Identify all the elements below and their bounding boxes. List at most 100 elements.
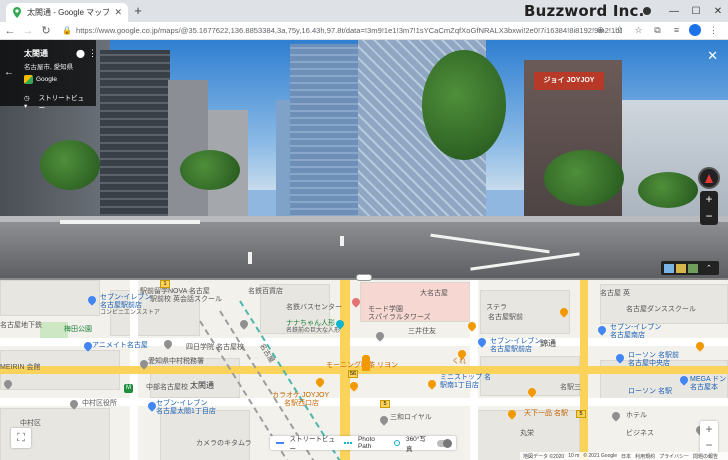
map-label[interactable]: 駅南1丁目店 <box>440 382 479 389</box>
place-pin-icon[interactable] <box>610 410 622 422</box>
map-label[interactable]: モード学園 <box>368 306 403 313</box>
time-travel-button[interactable]: ◷ ▾ ストリートビュー <box>24 92 90 112</box>
map-zoom-in-button[interactable]: + <box>700 421 718 437</box>
map-label[interactable]: 名古屋 英 <box>600 290 630 297</box>
compass-icon[interactable] <box>698 167 720 189</box>
map-label[interactable]: 三井住友 <box>408 328 436 335</box>
map-label[interactable]: 梅田公園 <box>64 326 92 333</box>
legend-photo360: 360°写真 <box>405 436 426 453</box>
map-label[interactable]: MEGA ドン <box>690 376 726 383</box>
location-pin-icon[interactable]: ⬤ <box>76 49 85 58</box>
panel-resize-handle[interactable] <box>356 274 372 281</box>
map-label[interactable]: 名鉄バスセンター <box>286 304 342 311</box>
map-label[interactable]: ビジネス <box>626 430 654 437</box>
map-label[interactable]: 丸栄 <box>520 430 534 437</box>
new-tab-button[interactable]: + <box>131 4 145 18</box>
expand-icon[interactable]: ⌃ <box>706 264 712 272</box>
road <box>0 222 728 278</box>
terms-link[interactable]: 利用規約 <box>635 453 655 460</box>
lane-marking <box>248 252 252 264</box>
map-label[interactable]: セブン-イレブン <box>490 338 541 345</box>
map-label[interactable]: 名古屋南店 <box>610 332 645 339</box>
map-label[interactable]: 大名古屋 <box>420 290 448 297</box>
scale-label[interactable]: 10 m <box>568 453 579 459</box>
map-label[interactable]: ステラ <box>486 304 507 311</box>
map-label[interactable]: 名鉄百貨店 <box>248 288 283 295</box>
map-label[interactable]: セブン-イレブン <box>156 400 207 407</box>
store-pin-icon[interactable] <box>596 324 608 336</box>
back-button[interactable]: ← <box>2 23 18 39</box>
layer-toggle[interactable] <box>436 438 453 448</box>
map-label[interactable]: ミニストップ 名 <box>440 374 491 381</box>
address-bar[interactable]: 🔒 https://www.google.co.jp/maps/@35.1677… <box>62 24 622 38</box>
map-zoom-out-button[interactable]: − <box>700 437 718 453</box>
map-label[interactable]: 名古屋駅前 <box>488 314 523 321</box>
thumbnail-1[interactable] <box>664 263 674 273</box>
forward-button[interactable]: → <box>20 23 36 39</box>
map-label[interactable]: 駅前校 英会話スクール <box>150 296 222 303</box>
feedback-link[interactable]: 問題の報告 <box>693 453 718 460</box>
bookmark-star-icon[interactable]: ☆ <box>632 24 645 37</box>
tab-close-icon[interactable]: ✕ <box>114 7 122 18</box>
map-label[interactable]: 名古屋地下鉄 <box>0 322 42 329</box>
map-label[interactable]: カラオケ JOYJOY <box>272 392 329 399</box>
place-pin-icon[interactable] <box>378 414 390 426</box>
street-name-label: 錦通 <box>540 339 556 348</box>
profile-avatar[interactable] <box>689 24 701 36</box>
more-options-icon[interactable]: ⋮ <box>88 48 97 59</box>
map-label[interactable]: 中村区役所 <box>82 400 117 407</box>
imagery-thumbnails[interactable]: ⌃ <box>661 261 719 275</box>
map-label[interactable]: 愛知県中村税務署 <box>148 358 204 365</box>
thumbnail-2[interactable] <box>676 263 686 273</box>
map-label[interactable]: アニメイト名古屋 <box>92 342 148 349</box>
reload-button[interactable]: ↻ <box>38 23 54 39</box>
map-label[interactable]: セブン-イレブン <box>100 294 151 301</box>
privacy-link[interactable]: プライバシー <box>659 453 689 460</box>
profile-icon[interactable] <box>643 7 651 15</box>
street-view-panorama[interactable]: ジョイ JOYJOY 太閤通 名古屋市, 愛知県 Google ◷ ▾ ストリー… <box>0 40 728 278</box>
close-window-button[interactable]: ✕ <box>704 0 728 22</box>
map-label[interactable]: ローソン 名駅 <box>628 388 672 395</box>
install-app-icon[interactable]: ⊕ <box>594 24 607 37</box>
browser-tab[interactable]: 太閤通 - Google マップ ✕ <box>6 3 128 22</box>
map-label[interactable]: くれ <box>452 358 466 365</box>
close-street-view-button[interactable]: ✕ <box>707 48 718 64</box>
place-pin-icon[interactable] <box>238 318 250 330</box>
zoom-in-button[interactable]: + <box>700 191 718 208</box>
map-label[interactable]: 天下一品 名駅 <box>524 410 568 417</box>
browser-menu-icon[interactable]: ⋮ <box>707 24 720 37</box>
tree-left <box>40 140 100 190</box>
extensions-icon[interactable]: ⧉ <box>651 24 664 37</box>
region-link[interactable]: 日本 <box>621 453 631 460</box>
map-label[interactable]: 四日学院 名古屋校 <box>186 344 244 351</box>
map-label[interactable]: ローソン 名駅前 <box>628 352 679 359</box>
map-label[interactable]: ホテル <box>626 412 647 419</box>
map-label[interactable]: 名駅西口店 <box>284 400 319 407</box>
thumbnail-3[interactable] <box>688 263 698 273</box>
map-label[interactable]: カメラのキタムラ <box>196 440 252 447</box>
map-label[interactable]: ナナちゃん人形 <box>286 320 335 327</box>
restaurant-pin-icon[interactable] <box>314 376 326 388</box>
map-label[interactable]: 名古屋太閤1丁目店 <box>156 408 216 415</box>
share-icon[interactable]: ⇪ <box>613 24 626 37</box>
tab-search-icon[interactable]: ≡ <box>670 24 683 37</box>
map-label[interactable]: スパイラルタワーズ <box>368 314 431 321</box>
map-label[interactable]: セブン-イレブン <box>610 324 661 331</box>
tree-left-2 <box>180 150 240 190</box>
zoom-out-button[interactable]: − <box>700 208 718 225</box>
map-label[interactable]: MEIRIN 会館 <box>0 364 40 371</box>
map-label[interactable]: 三和ロイヤル <box>390 414 432 421</box>
restaurant-pin-icon[interactable] <box>348 380 360 392</box>
map-expand-icon[interactable]: ⛶ <box>11 428 31 448</box>
map-label[interactable]: 名古屋ダンススクール <box>626 306 696 313</box>
map-label[interactable]: 名古屋本 <box>690 384 718 391</box>
arrow-left-icon[interactable]: ← <box>4 67 14 78</box>
subway-station-icon[interactable]: M <box>124 384 133 393</box>
pegman-icon[interactable] <box>362 355 370 371</box>
map-data-label: 地図データ ©2020 <box>523 453 565 460</box>
restaurant-pin-icon[interactable] <box>426 378 438 390</box>
map-label[interactable]: 名古屋駅前店 <box>100 302 142 309</box>
map-label[interactable]: 名古屋駅前店 <box>490 346 532 353</box>
map-label[interactable]: 名古屋中央店 <box>628 360 670 367</box>
map-label[interactable]: 中部名古屋校 <box>146 384 188 391</box>
